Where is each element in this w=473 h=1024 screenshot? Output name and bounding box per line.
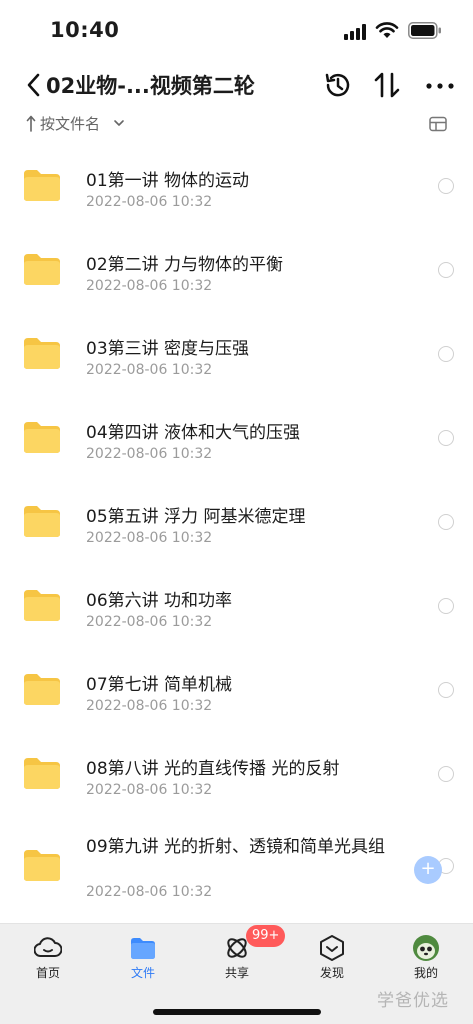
select-radio[interactable] <box>438 346 454 362</box>
file-name: 04第四讲 液体和大气的压强 <box>86 423 301 443</box>
cellular-signal-icon <box>344 24 366 40</box>
folder-icon <box>24 422 60 453</box>
file-date: 2022-08-06 10:32 <box>86 194 213 210</box>
select-radio[interactable] <box>438 430 454 446</box>
file-date: 2022-08-06 10:32 <box>86 698 213 714</box>
list-item[interactable]: 01第一讲 物体的运动 2022-08-06 10:32 <box>0 140 473 224</box>
folder-icon <box>131 938 155 959</box>
file-name: 01第一讲 物体的运动 <box>86 171 250 191</box>
folder-icon <box>24 674 60 705</box>
sort-control[interactable]: 按文件名 <box>0 110 473 138</box>
tab-home[interactable]: 首页 <box>13 932 83 988</box>
wifi-icon <box>375 22 399 38</box>
notification-badge: 99+ <box>246 925 286 947</box>
folder-icon <box>24 170 60 201</box>
discover-icon <box>320 935 344 961</box>
sort-order-icon[interactable] <box>372 70 402 100</box>
tab-label: 文件 <box>130 966 155 980</box>
select-radio[interactable] <box>438 766 454 782</box>
folder-icon <box>24 850 60 881</box>
folder-icon <box>24 506 60 537</box>
battery-icon <box>408 22 441 39</box>
select-radio[interactable] <box>438 262 454 278</box>
file-name: 07第七讲 简单机械 <box>86 675 233 695</box>
folder-icon <box>24 758 60 789</box>
file-date: 2022-08-06 10:32 <box>86 884 213 900</box>
back-icon[interactable] <box>24 72 42 98</box>
tab-label: 我的 <box>413 966 438 980</box>
select-radio[interactable] <box>438 598 454 614</box>
file-name: 06第六讲 功和功率 <box>86 591 233 611</box>
file-date: 2022-08-06 10:32 <box>86 446 213 462</box>
select-radio[interactable] <box>438 514 454 530</box>
select-radio[interactable] <box>438 682 454 698</box>
file-name: 03第三讲 密度与压强 <box>86 339 250 359</box>
list-item[interactable]: 04第四讲 液体和大气的压强 2022-08-06 10:32 <box>0 392 473 476</box>
history-icon[interactable] <box>323 70 353 100</box>
file-name: 08第八讲 光的直线传播 光的反射 <box>86 759 340 779</box>
more-icon[interactable] <box>424 70 456 100</box>
file-date: 2022-08-06 10:32 <box>86 362 213 378</box>
tab-discover[interactable]: 发现 <box>297 932 367 988</box>
home-indicator[interactable] <box>153 1009 321 1015</box>
sort-label[interactable]: 按文件名 <box>40 113 100 134</box>
view-mode-icon[interactable] <box>429 116 447 132</box>
list-item[interactable]: 06第六讲 功和功率 2022-08-06 10:32 <box>0 560 473 644</box>
nav-bar: 02业物-...视频第二轮 <box>0 62 473 108</box>
tab-me[interactable]: 我的 <box>391 932 461 988</box>
status-time: 10:40 <box>50 18 120 42</box>
list-item[interactable]: 05第五讲 浮力 阿基米德定理 2022-08-06 10:32 <box>0 476 473 560</box>
folder-icon <box>24 254 60 285</box>
add-button[interactable]: + <box>414 856 442 884</box>
folder-icon <box>24 590 60 621</box>
avatar-icon <box>413 935 439 961</box>
cloud-icon <box>34 937 62 957</box>
page-title: 02业物-...视频第二轮 <box>46 74 255 98</box>
tab-label: 首页 <box>35 966 60 980</box>
tab-label: 共享 <box>224 966 249 980</box>
list-item[interactable]: 08第八讲 光的直线传播 光的反射 2022-08-06 10:32 <box>0 728 473 812</box>
chevron-down-icon <box>114 120 124 126</box>
select-radio[interactable] <box>438 178 454 194</box>
list-item[interactable]: 03第三讲 密度与压强 2022-08-06 10:32 <box>0 308 473 392</box>
file-name: 02第二讲 力与物体的平衡 <box>86 255 284 275</box>
folder-icon <box>24 338 60 369</box>
file-date: 2022-08-06 10:32 <box>86 278 213 294</box>
status-bar: 10:40 <box>0 0 473 60</box>
watermark: 学爸优选 <box>377 991 449 1011</box>
list-item[interactable]: 02第二讲 力与物体的平衡 2022-08-06 10:32 <box>0 224 473 308</box>
list-item[interactable]: 09第九讲 光的折射、透镜和简单光具组 2022-08-06 10:32 <box>0 812 473 912</box>
file-date: 2022-08-06 10:32 <box>86 614 213 630</box>
list-item[interactable]: 07第七讲 简单机械 2022-08-06 10:32 <box>0 644 473 728</box>
tab-files[interactable]: 文件 <box>108 932 178 988</box>
file-name: 09第九讲 光的折射、透镜和简单光具组 <box>86 837 386 857</box>
arrow-up-icon <box>26 115 36 132</box>
file-date: 2022-08-06 10:32 <box>86 530 213 546</box>
tab-label: 发现 <box>319 966 344 980</box>
file-name: 05第五讲 浮力 阿基米德定理 <box>86 507 306 527</box>
file-date: 2022-08-06 10:32 <box>86 782 213 798</box>
